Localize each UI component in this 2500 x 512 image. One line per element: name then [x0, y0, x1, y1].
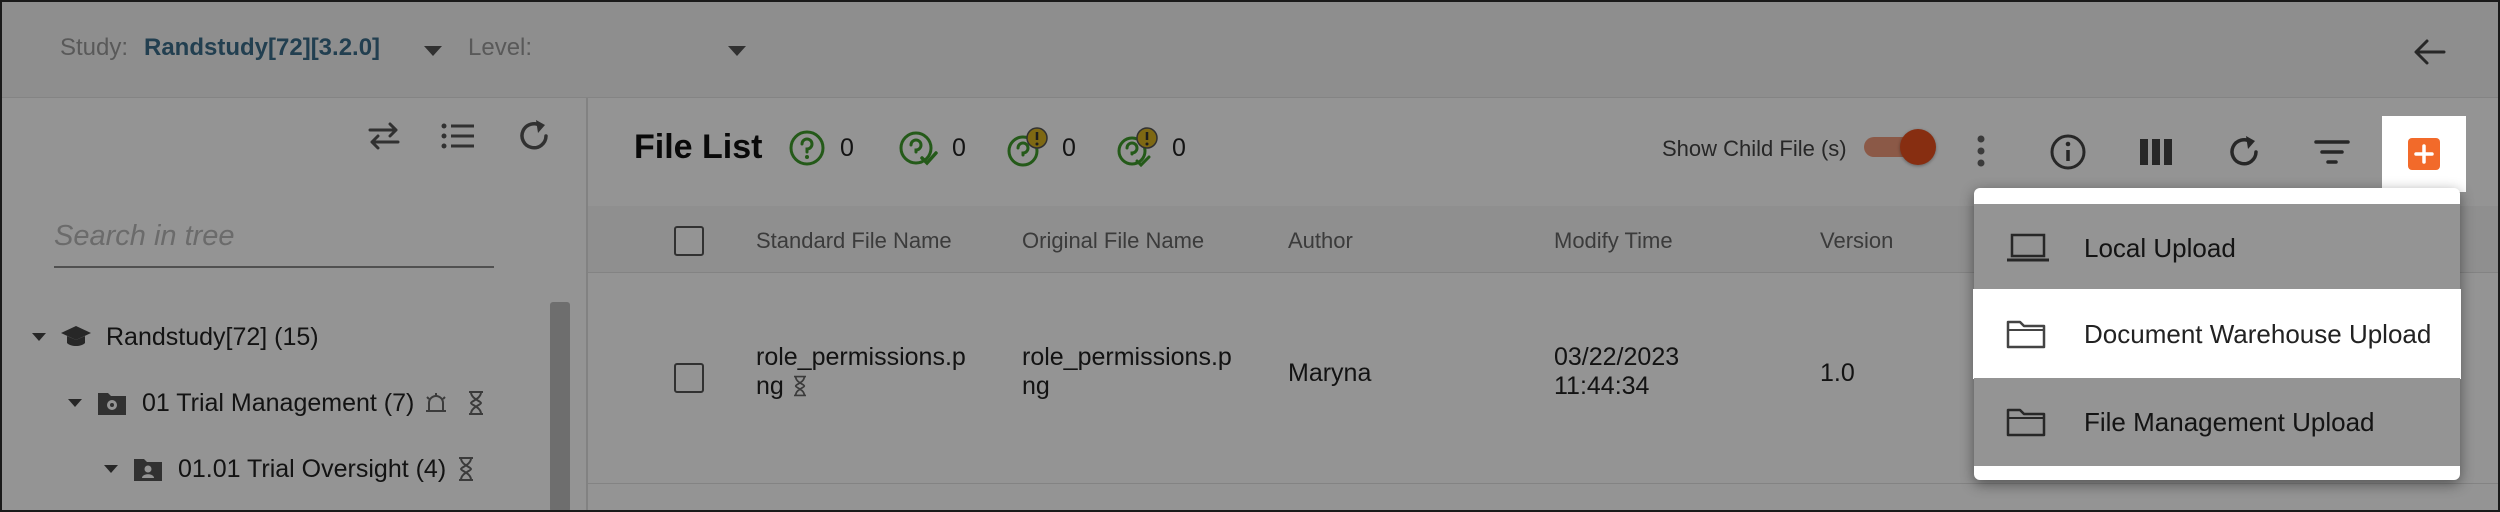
file-list-title: File List: [634, 128, 763, 166]
menu-item-label: Document Warehouse Upload: [2084, 318, 2432, 349]
reload-icon[interactable]: [2224, 132, 2264, 172]
show-child-label: Show Child File (s): [1662, 136, 1847, 161]
stat-answered[interactable]: 0: [898, 124, 966, 172]
expand-caret-icon[interactable]: [104, 465, 118, 473]
original-file-name-line1: role_permissions.p: [1022, 343, 1232, 371]
stat-unanswered-alert[interactable]: 0: [1006, 124, 1076, 172]
columns-icon[interactable]: [2136, 132, 2176, 172]
expand-caret-icon[interactable]: [32, 333, 46, 341]
app-window: Study: Randstudy[72][3.2.0] Level: Searc…: [0, 0, 2500, 512]
col-version[interactable]: Version: [1820, 228, 1893, 254]
menu-item-label: Local Upload: [2084, 232, 2236, 263]
menu-item-label: File Management Upload: [2084, 406, 2375, 437]
stat-answered-alert[interactable]: 0: [1116, 124, 1186, 172]
tree-node-label: 01.01 Trial Oversight (4): [178, 454, 447, 483]
expand-caret-icon[interactable]: [68, 399, 82, 407]
info-icon[interactable]: [2048, 132, 2088, 172]
modify-date: 03/22/2023: [1554, 343, 1680, 371]
menu-item-file-management-upload[interactable]: File Management Upload: [1974, 378, 2460, 466]
tree-toolbar: [2, 116, 586, 156]
list-icon[interactable]: [438, 116, 478, 156]
row-checkbox[interactable]: [674, 363, 704, 393]
refresh-icon[interactable]: [514, 116, 554, 156]
back-arrow-icon[interactable]: [2412, 34, 2448, 70]
tree-node-trial-management[interactable]: 01 Trial Management (7): [68, 385, 500, 421]
toggle-knob: [1900, 129, 1936, 165]
alarm-icon: [426, 393, 447, 412]
original-file-name-line2: ng: [1022, 372, 1050, 400]
hourglass-icon: [793, 375, 806, 397]
original-file-name-cell: role_permissions.p ng: [1022, 343, 1232, 401]
stat-unanswered[interactable]: 0: [788, 124, 854, 172]
standard-file-link[interactable]: role_permissions.p ng: [756, 343, 966, 400]
add-file-button-highlight[interactable]: [2382, 116, 2466, 192]
question-check-icon: [899, 131, 938, 166]
level-dropdown-icon[interactable]: [728, 46, 746, 56]
standard-file-name-line2: ng: [756, 372, 791, 400]
tree-node-label: 01 Trial Management (7): [142, 388, 415, 417]
tree-node-trial-oversight[interactable]: 01.01 Trial Oversight (4): [104, 451, 490, 487]
folder-users-icon: [134, 459, 162, 481]
upload-menu: Local Upload Document Warehouse Upload F…: [1974, 188, 2460, 480]
graduation-cap-icon: [61, 326, 91, 346]
question-alert-icon: [1007, 127, 1048, 167]
filter-icon[interactable]: [2312, 132, 2352, 172]
study-label: Study:: [60, 34, 129, 61]
col-modify-time[interactable]: Modify Time: [1554, 228, 1673, 254]
study-dropdown-icon[interactable]: [424, 46, 442, 56]
stat-count: 0: [1172, 133, 1186, 162]
stat-count: 0: [840, 133, 854, 162]
laptop-icon: [2007, 233, 2049, 262]
col-standard-file-name[interactable]: Standard File Name: [756, 228, 952, 254]
tree-scrollbar[interactable]: [550, 302, 570, 510]
swap-icon[interactable]: [364, 116, 404, 156]
folder-icon: [2006, 408, 2046, 437]
more-vert-icon[interactable]: [1976, 134, 1986, 168]
tree-search: [54, 214, 494, 268]
hourglass-icon: [459, 457, 474, 481]
show-child-toggle[interactable]: [1864, 129, 1936, 165]
plus-icon: [2408, 138, 2440, 170]
folder-icon: [2006, 320, 2046, 349]
stat-count: 0: [952, 133, 966, 162]
stat-count: 0: [1062, 133, 1076, 162]
level-label: Level:: [468, 34, 533, 61]
hourglass-icon: [469, 391, 484, 415]
col-author[interactable]: Author: [1288, 228, 1353, 254]
tree-node-study[interactable]: Randstudy[72] (15): [32, 319, 329, 355]
question-circle-icon: [789, 130, 825, 166]
standard-file-name-cell[interactable]: role_permissions.p ng: [756, 343, 966, 401]
menu-item-local-upload[interactable]: Local Upload: [1974, 204, 2460, 292]
select-all-checkbox[interactable]: [674, 226, 704, 256]
question-check-alert-icon: [1117, 127, 1158, 168]
version-cell: 1.0: [1820, 359, 1855, 387]
folder-gear-icon: [98, 393, 126, 415]
menu-item-document-warehouse-upload[interactable]: Document Warehouse Upload: [1974, 290, 2460, 378]
standard-file-name-line1: role_permissions.p: [756, 343, 966, 371]
modify-time: 11:44:34: [1554, 372, 1650, 400]
study-bar: Study: Randstudy[72][3.2.0] Level:: [2, 2, 2498, 98]
col-original-file-name[interactable]: Original File Name: [1022, 228, 1204, 254]
modify-time-cell: 03/22/2023 11:44:34: [1554, 343, 1679, 401]
study-select[interactable]: Randstudy[72][3.2.0]: [144, 34, 380, 62]
author-cell: Maryna: [1288, 359, 1372, 387]
tree-panel: Randstudy[72] (15) 01 Trial Management (…: [2, 98, 588, 510]
tree-search-input[interactable]: [54, 214, 494, 258]
tree-node-label: Randstudy[72] (15): [106, 322, 319, 351]
